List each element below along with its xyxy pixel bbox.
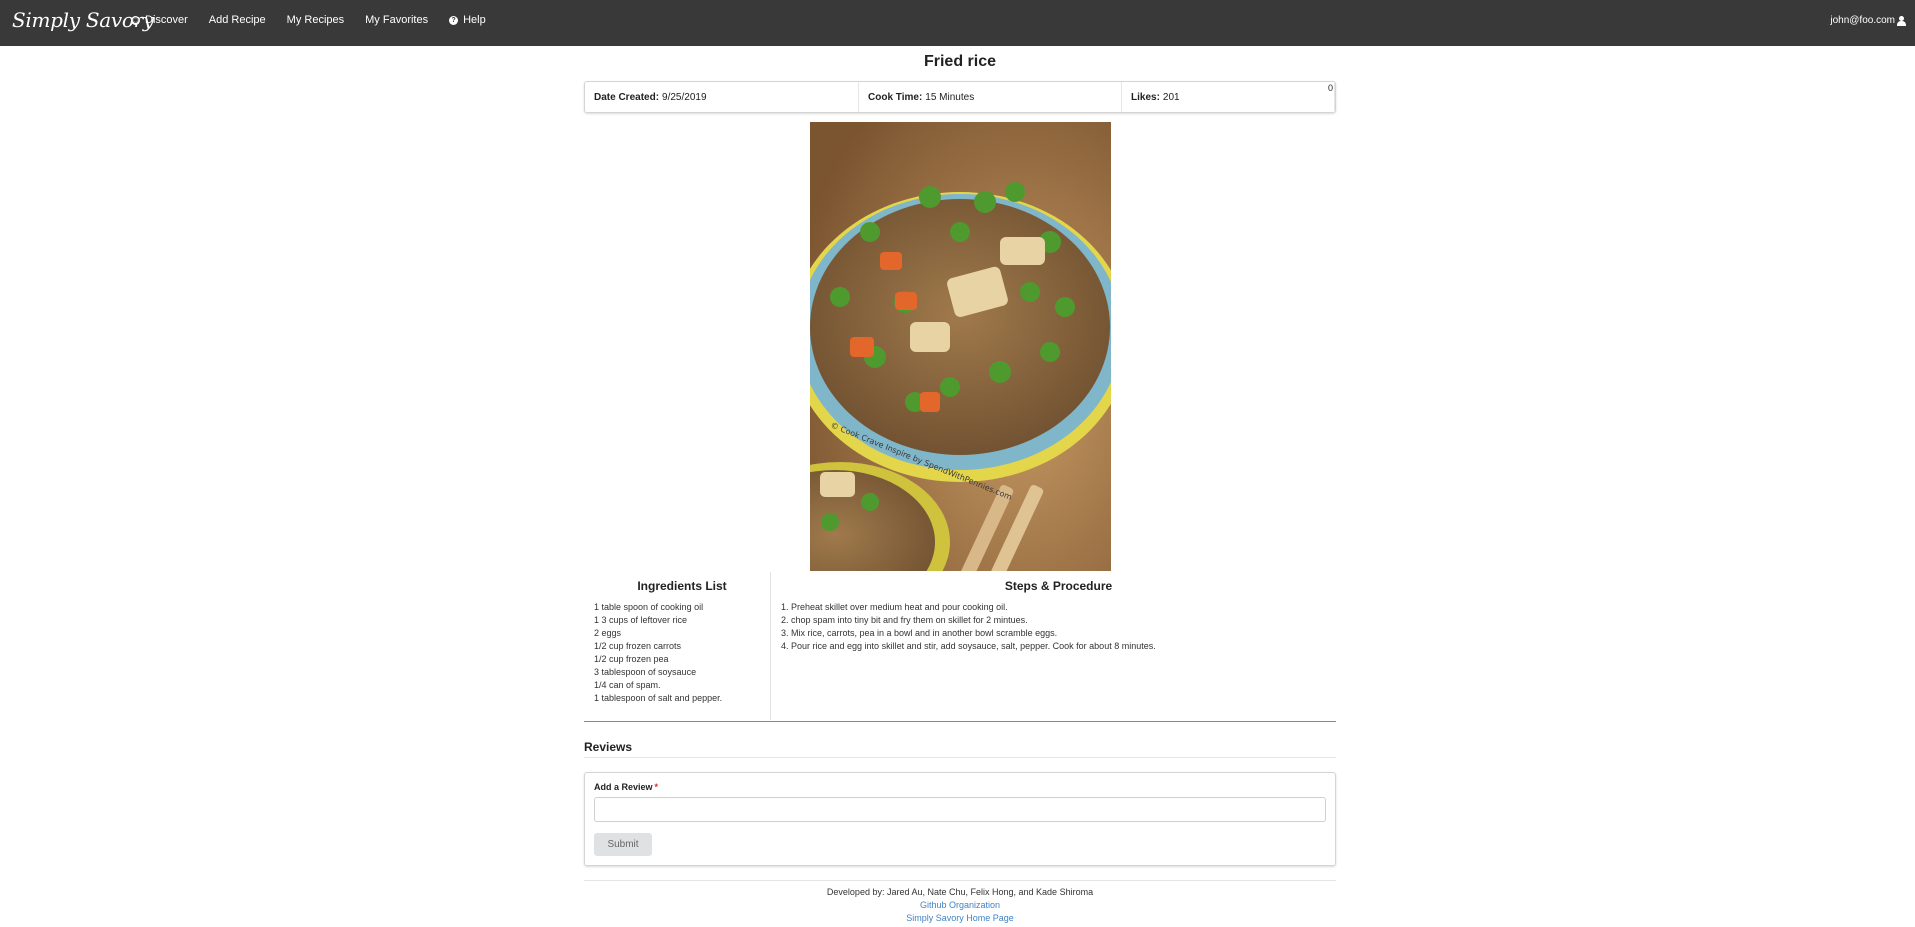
ingredient-item: 3 tablespoon of soysauce <box>594 667 697 677</box>
step-item: 1. Preheat skillet over medium heat and … <box>781 602 1008 612</box>
question-circle-icon: ? <box>449 15 459 25</box>
ingredient-item: 1 3 cups of leftover rice <box>594 615 688 625</box>
steps-list: 1. Preheat skillet over medium heat and … <box>781 601 1336 653</box>
recipe-meta-card: Date Created: 9/25/2019 Cook Time: 15 Mi… <box>584 81 1336 113</box>
ingredients-list: 1 table spoon of cooking oil 1 3 cups of… <box>594 601 770 705</box>
ingredients-section: Ingredients List 1 table spoon of cookin… <box>584 572 771 720</box>
user-email: john@foo.com <box>1830 15 1895 26</box>
step-item: 4. Pour rice and egg into skillet and st… <box>781 641 1156 651</box>
nav-item-label: Add Recipe <box>208 14 266 26</box>
github-organization-link[interactable]: Github Organization <box>584 899 1336 912</box>
nav-item-help[interactable]: ? Help <box>449 14 486 26</box>
step-item: 2. chop spam into tiny bit and fry them … <box>781 615 1028 625</box>
ingredient-item: 1/2 cup frozen carrots <box>594 641 682 651</box>
add-review-label: Add a Review * <box>594 782 658 792</box>
required-asterisk: * <box>654 782 659 792</box>
footer: Developed by: Jared Au, Nate Chu, Felix … <box>584 886 1336 925</box>
corner-count: 0 <box>1327 83 1333 93</box>
submit-button[interactable]: Submit <box>594 833 652 856</box>
cook-time-label: Cook Time: <box>868 91 923 103</box>
likes-value: 201 <box>1162 91 1180 103</box>
top-navbar: Simply Savory ◉ Discover Add Recipe My R… <box>0 0 1915 46</box>
review-form: Add a Review * Submit <box>584 772 1336 866</box>
ingredient-item: 1/2 cup frozen pea <box>594 654 669 664</box>
section-divider <box>584 721 1336 722</box>
ingredients-title: Ingredients List <box>637 579 727 593</box>
recipe-container: Fried rice Date Created: 9/25/2019 Cook … <box>584 46 1336 923</box>
reviews-title: Reviews <box>584 740 633 754</box>
user-menu[interactable]: john@foo.com <box>1830 15 1906 26</box>
steps-section: Steps & Procedure 1. Preheat skillet ove… <box>771 572 1336 720</box>
ingredient-item: 1 table spoon of cooking oil <box>594 602 704 612</box>
nav-menu: ◉ Discover Add Recipe My Recipes My Favo… <box>131 14 507 26</box>
page-title: Fried rice <box>923 53 997 70</box>
ingredient-item: 1 tablespoon of salt and pepper. <box>594 693 723 703</box>
add-review-label-text: Add a Review <box>594 782 653 792</box>
steps-title: Steps & Procedure <box>1004 579 1113 593</box>
likes: Likes: 201 <box>1122 82 1335 112</box>
footer-divider <box>584 880 1336 881</box>
developers-credit: Developed by: Jared Au, Nate Chu, Felix … <box>826 887 1094 897</box>
nav-item-my-recipes[interactable]: My Recipes <box>287 14 344 26</box>
ingredient-item: 2 eggs <box>594 628 622 638</box>
nav-item-label: My Recipes <box>286 14 345 26</box>
recipe-image: © Cook Crave Inspire by SpendWithPennies… <box>810 122 1111 571</box>
nav-item-discover[interactable]: ◉ Discover <box>131 14 188 26</box>
step-item: 3. Mix rice, carrots, pea in a bowl and … <box>781 628 1058 638</box>
home-page-link[interactable]: Simply Savory Home Page <box>584 912 1336 925</box>
compass-icon: ◉ <box>131 15 140 25</box>
nav-item-label: My Favorites <box>365 14 429 26</box>
nav-item-label: Help <box>463 14 486 26</box>
date-created-value: 9/25/2019 <box>662 91 707 103</box>
recipe-details: Ingredients List 1 table spoon of cookin… <box>584 572 1336 720</box>
ingredient-item: 1/4 can of spam. <box>594 680 661 690</box>
review-input[interactable] <box>594 797 1326 822</box>
date-created: Date Created: 9/25/2019 <box>585 82 859 112</box>
nav-item-my-favorites[interactable]: My Favorites <box>365 14 428 26</box>
date-created-label: Date Created: <box>594 91 660 103</box>
cook-time-value: 15 Minutes <box>925 91 975 103</box>
nav-item-add-recipe[interactable]: Add Recipe <box>209 14 266 26</box>
reviews-divider <box>584 757 1336 758</box>
likes-label: Likes: <box>1131 91 1160 103</box>
nav-item-label: Discover <box>145 14 188 26</box>
cook-time: Cook Time: 15 Minutes <box>859 82 1122 112</box>
user-icon <box>1897 15 1906 26</box>
